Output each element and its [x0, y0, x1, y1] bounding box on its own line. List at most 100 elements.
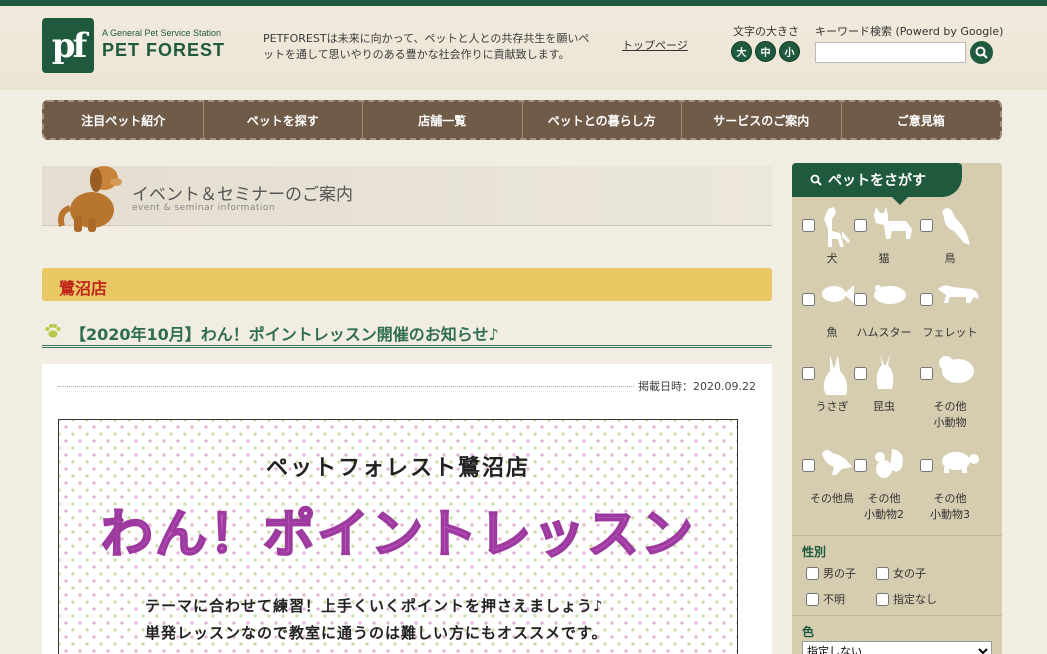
article-title-bar: 【2020年10月】わん！ポイントレッスン開催のお知らせ♪	[42, 318, 772, 348]
nav-store-list[interactable]: 店舗一覧	[362, 102, 522, 138]
pet-checkbox-small-animal-2[interactable]	[854, 459, 867, 472]
pet-checkbox-hamster[interactable]	[854, 293, 867, 306]
sex-option-none[interactable]: 指定なし	[876, 591, 937, 607]
beetle-icon	[876, 355, 894, 389]
ferret-icon	[938, 285, 979, 303]
store-name-bar: 鷺沼店	[42, 268, 772, 301]
pet-checkbox-rabbit[interactable]	[802, 367, 815, 380]
event-flyer-image: ペットフォレスト鷺沼店 わん！ポイントレッスン テーマに合わせて練習！上手くいく…	[58, 419, 738, 654]
pet-checkbox-dog[interactable]	[802, 219, 815, 232]
nav-featured-pets[interactable]: 注目ペット紹介	[44, 102, 203, 138]
pet-option-small-animal-2: その他 小動物2	[852, 445, 912, 521]
pet-checkbox-fish[interactable]	[802, 293, 815, 306]
bird-icon	[942, 208, 970, 245]
global-nav: 注目ペット紹介 ペットを探す 店舗一覧 ペットとの暮らし方 サービスのご案内 ご…	[42, 100, 1002, 140]
pet-checkbox-cat[interactable]	[854, 219, 867, 232]
pet-option-ferret: フェレット	[918, 279, 979, 349]
sex-checkbox-female[interactable]	[876, 566, 889, 580]
pet-option-hamster: ハムスター	[852, 279, 912, 349]
search-button[interactable]	[970, 41, 993, 64]
sex-checkbox-male[interactable]	[806, 566, 819, 580]
pet-label-small-animal-2: その他 小動物2	[864, 492, 904, 521]
page-title: イベント＆セミナーのご案内	[132, 185, 353, 205]
font-size-buttons: 大 中 小	[731, 41, 800, 62]
sex-option-unknown[interactable]: 不明	[806, 591, 845, 607]
color-title: 色	[802, 625, 815, 639]
dog-illustration-icon	[58, 166, 122, 232]
logo-name[interactable]: PET FOREST	[102, 40, 225, 61]
flyer-title: わん！ポイントレッスン	[100, 504, 695, 566]
pet-label-insect: 昆虫	[873, 400, 895, 413]
pet-option-fish: 魚	[800, 279, 860, 349]
flyer-store-name: ペットフォレスト鷺沼店	[265, 456, 530, 481]
pet-checkbox-small-animal-3[interactable]	[920, 459, 933, 472]
sex-checkbox-unknown[interactable]	[806, 592, 819, 606]
pet-label-bird: 鳥	[944, 252, 956, 265]
page-subtitle: event & seminar information	[132, 203, 276, 213]
sidebar-divider	[792, 535, 1002, 536]
flyer-text-line1: テーマに合わせて練習！上手くいくポイントを押さえましょう♪	[145, 597, 604, 615]
pet-option-small-animal: その他 小動物	[918, 353, 978, 429]
sex-label-unknown: 不明	[823, 593, 845, 606]
search-icon	[975, 46, 988, 59]
hamster-icon	[874, 285, 906, 304]
font-size-medium-button[interactable]: 中	[755, 41, 776, 62]
sex-label-male: 男の子	[823, 567, 856, 580]
pet-label-small-animal: その他 小動物	[933, 400, 967, 429]
pet-label-ferret: フェレット	[922, 326, 978, 339]
page-heading: イベント＆セミナーのご案内 event & seminar informatio…	[42, 166, 772, 232]
store-name: 鷺沼店	[59, 279, 108, 298]
keyword-search-label: キーワード検索 (Powerd by Google)	[815, 25, 1004, 38]
pet-label-small-animal-3: その他 小動物3	[930, 492, 970, 521]
sex-option-male[interactable]: 男の子	[806, 565, 856, 581]
sex-label-none: 指定なし	[893, 593, 937, 606]
pet-label-cat: 猫	[878, 252, 890, 265]
logo-subtitle: A General Pet Service Station	[102, 28, 222, 38]
pet-option-rabbit: うさぎ	[800, 353, 860, 423]
logo-mark[interactable]: pf	[42, 18, 94, 73]
font-size-large-button[interactable]: 大	[731, 41, 752, 62]
pet-search-header: ペットをさがす	[792, 163, 962, 205]
pet-search-sidebar: ペットをさがす 犬 猫 鳥 魚 ハムスター フェレット うさぎ 昆虫 その他 小…	[792, 163, 1002, 654]
pet-option-dog: 犬	[800, 205, 860, 275]
pet-checkbox-insect[interactable]	[854, 367, 867, 380]
nav-services[interactable]: サービスのご案内	[681, 102, 841, 138]
squirrel-icon	[875, 449, 903, 478]
keyword-search-input[interactable]	[815, 42, 966, 63]
pet-option-small-animal-3: その他 小動物3	[918, 445, 979, 521]
pet-checkbox-other-bird[interactable]	[802, 459, 815, 472]
nav-feedback[interactable]: ご意見箱	[840, 102, 1001, 138]
top-page-link[interactable]: トップページ	[622, 37, 688, 53]
publish-date: 掲載日時：2020.09.22	[634, 378, 756, 394]
header-tail	[892, 197, 908, 205]
other-bird-icon	[822, 450, 852, 475]
turtle-icon	[942, 452, 979, 473]
cat-icon	[874, 207, 912, 239]
small-animal-icon	[939, 356, 974, 383]
font-size-small-button[interactable]: 小	[779, 41, 800, 62]
nav-living-with-pets[interactable]: ペットとの暮らし方	[521, 102, 682, 138]
pet-option-insect: 昆虫	[852, 353, 912, 423]
search-icon	[810, 174, 822, 186]
pet-search-title: ペットをさがす	[828, 173, 926, 189]
dog-icon	[824, 207, 850, 247]
article-content: 掲載日時：2020.09.22 ペットフォレスト鷺沼店 わん！ポイントレッスン …	[42, 364, 772, 654]
sidebar-divider	[792, 615, 1002, 616]
pet-label-hamster: ハムスター	[856, 326, 912, 339]
article-title: 【2020年10月】わん！ポイントレッスン開催のお知らせ♪	[70, 325, 499, 344]
color-select[interactable]: 指定しない	[802, 641, 992, 654]
sex-option-female[interactable]: 女の子	[876, 565, 926, 581]
font-size-label: 文字の大きさ	[733, 25, 799, 38]
fish-icon	[822, 285, 854, 303]
pet-checkbox-ferret[interactable]	[920, 293, 933, 306]
site-header: pf A General Pet Service Station PET FOR…	[0, 6, 1047, 90]
sex-checkbox-none[interactable]	[876, 592, 889, 606]
pet-option-bird: 鳥	[918, 205, 978, 275]
paw-icon	[45, 324, 61, 338]
nav-find-pets[interactable]: ペットを探す	[202, 102, 363, 138]
site-tagline: PETFORESTは未来に向かって、ペットと人との共存共生を願いペットを通して思…	[263, 32, 590, 61]
pet-checkbox-small-animal[interactable]	[920, 367, 933, 380]
sex-label-female: 女の子	[893, 567, 926, 580]
rabbit-icon	[823, 355, 848, 395]
pet-checkbox-bird[interactable]	[920, 219, 933, 232]
